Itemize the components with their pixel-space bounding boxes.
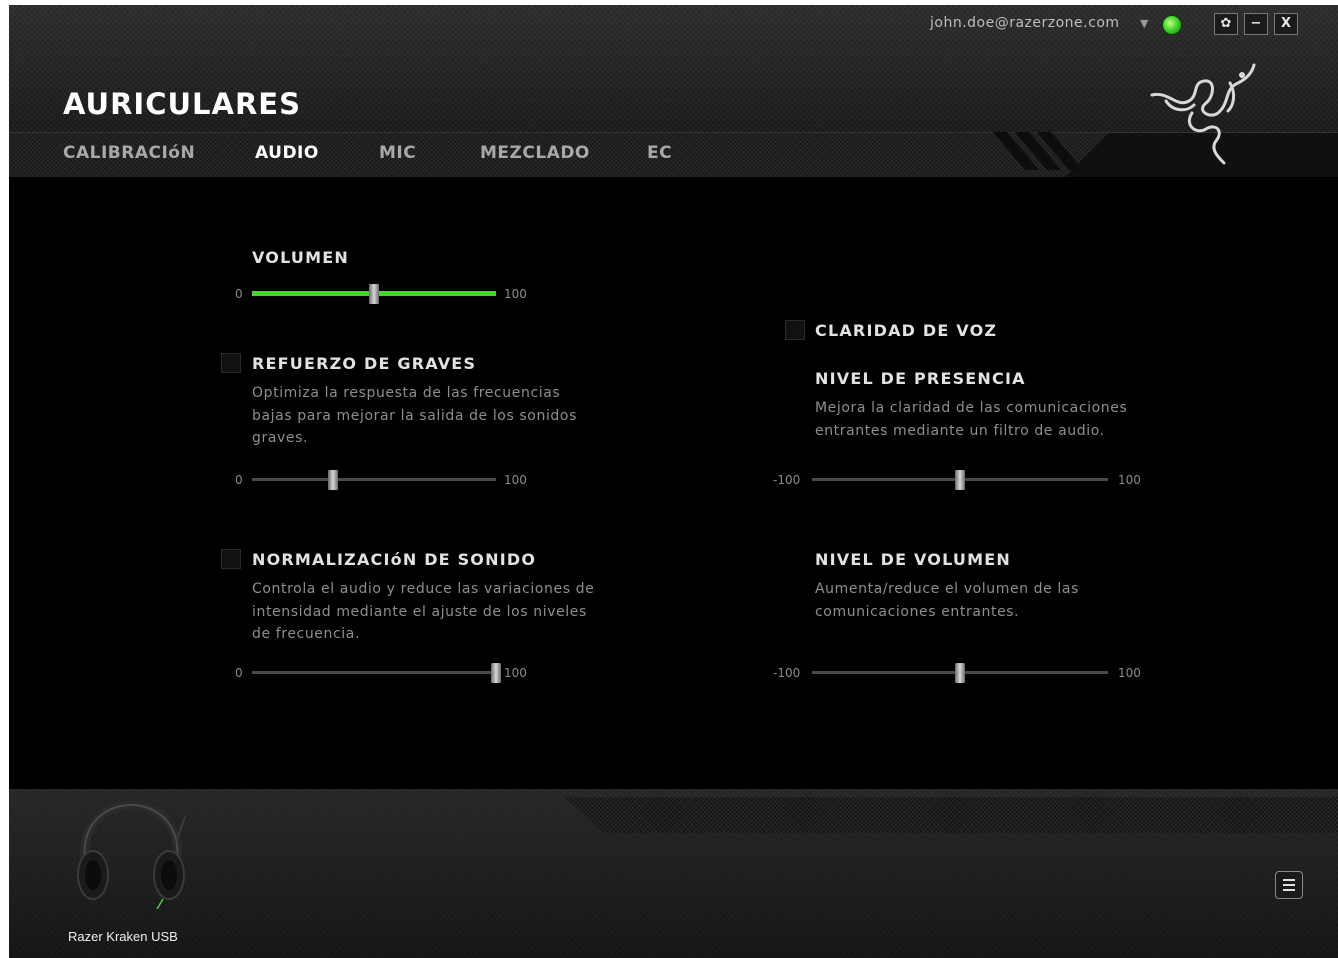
tab-mezclado[interactable]: MEZCLADO: [480, 143, 590, 163]
sound-normalization-min-label: 0: [235, 666, 243, 680]
page-title: AURICULARES: [63, 87, 302, 121]
volume-slider[interactable]: [252, 284, 496, 304]
slider-track: [252, 478, 496, 481]
online-status-icon: [1162, 15, 1182, 35]
minimize-button[interactable]: −: [1244, 13, 1268, 35]
bass-boost-title: REFUERZO DE GRAVES: [252, 354, 477, 373]
description-line: de frecuencia.: [252, 626, 361, 642]
description-line: Optimiza la respuesta de las frecuencias: [252, 385, 561, 401]
sound-normalization-slider[interactable]: [252, 663, 501, 683]
bass-boost-min-label: 0: [235, 473, 243, 487]
menu-icon: [1283, 879, 1295, 881]
bass-boost-slider[interactable]: [252, 470, 496, 490]
presence-level-title: NIVEL DE PRESENCIA: [815, 369, 1026, 388]
tab-audio[interactable]: AUDIO: [255, 143, 319, 163]
audio-settings-panel: VOLUMEN 0 100 REFUERZO DE GRAVES Optimiz…: [9, 177, 1338, 789]
settings-button[interactable]: ✿: [1214, 13, 1238, 35]
razer-logo-icon: [1150, 63, 1256, 165]
sound-normalization-checkbox[interactable]: [221, 549, 241, 569]
tab-ec[interactable]: EC: [647, 143, 672, 163]
footer: [9, 789, 1338, 958]
volume-level-min-label: -100: [773, 666, 801, 680]
volume-title: VOLUMEN: [252, 248, 349, 267]
slider-thumb[interactable]: [955, 663, 965, 683]
description-line: intensidad mediante el ajuste de los niv…: [252, 603, 587, 620]
bass-boost-checkbox[interactable]: [221, 353, 241, 373]
presence-level-max-label: 100: [1118, 473, 1141, 487]
headset-icon[interactable]: [71, 799, 191, 909]
slider-track: [252, 671, 496, 674]
slider-thumb[interactable]: [955, 470, 965, 490]
volume-level-description: Aumenta/reduce el volumen de las comunic…: [815, 578, 1079, 623]
description-line: comunicaciones entrantes.: [815, 603, 1020, 620]
slider-thumb[interactable]: [369, 284, 379, 304]
tab-bar: [9, 132, 1338, 178]
sound-normalization-description: Controla el audio y reduce las variacion…: [252, 578, 594, 646]
description-line: Controla el audio y reduce las variacion…: [252, 581, 595, 597]
bass-boost-description: Optimiza la respuesta de las frecuencias…: [252, 382, 577, 450]
synapse-window: AURICULARES CALIBRACIóN AUDIO MIC MEZCLA…: [9, 5, 1338, 958]
volume-max-label: 100: [504, 287, 527, 301]
menu-button[interactable]: [1275, 871, 1303, 899]
description-line: graves.: [252, 430, 309, 446]
caret-down-icon[interactable]: ▼: [1140, 17, 1148, 30]
voice-clarity-title: CLARIDAD DE VOZ: [815, 321, 998, 340]
slider-thumb[interactable]: [491, 663, 501, 683]
close-button[interactable]: X: [1274, 13, 1298, 35]
sound-normalization-max-label: 100: [504, 666, 527, 680]
tab-mic[interactable]: MIC: [379, 143, 416, 163]
volume-level-title: NIVEL DE VOLUMEN: [815, 550, 1011, 569]
bass-boost-max-label: 100: [504, 473, 527, 487]
presence-level-min-label: -100: [773, 473, 801, 487]
device-name: Razer Kraken USB: [68, 929, 178, 944]
account-email[interactable]: john.doe@razerzone.com: [930, 15, 1120, 31]
description-line: Mejora la claridad de las comunicaciones: [815, 400, 1128, 416]
volume-min-label: 0: [235, 287, 243, 301]
menu-icon: [1283, 884, 1295, 886]
slider-thumb[interactable]: [327, 470, 338, 490]
footer-decoration: [564, 797, 1338, 833]
volume-level-slider[interactable]: [812, 663, 1108, 683]
presence-level-slider[interactable]: [812, 470, 1108, 490]
presence-level-description: Mejora la claridad de las comunicaciones…: [815, 397, 1127, 442]
description-line: entrantes mediante un filtro de audio.: [815, 422, 1105, 439]
sound-normalization-title: NORMALIZACIóN DE SONIDO: [252, 550, 537, 569]
volume-level-max-label: 100: [1118, 666, 1141, 680]
voice-clarity-checkbox[interactable]: [785, 320, 805, 340]
description-line: bajas para mejorar la salida de los soni…: [252, 407, 577, 424]
tab-calibracion[interactable]: CALIBRACIóN: [63, 143, 195, 163]
menu-icon: [1283, 889, 1295, 891]
description-line: Aumenta/reduce el volumen de las: [815, 581, 1079, 597]
